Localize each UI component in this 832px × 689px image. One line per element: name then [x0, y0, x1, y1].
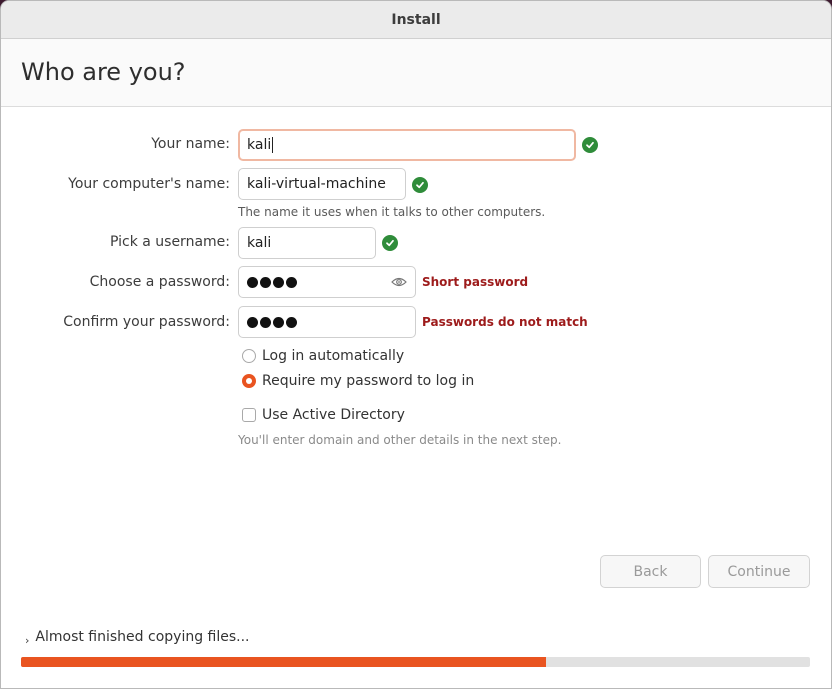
window-titlebar: Install: [1, 1, 831, 39]
check-circle-icon: [412, 177, 428, 193]
computer-name-input[interactable]: kali-virtual-machine: [238, 168, 406, 200]
require-password-label: Require my password to log in: [262, 373, 475, 389]
text-caret: [272, 137, 274, 153]
computer-name-label: Your computer's name:: [68, 176, 230, 192]
back-button[interactable]: Back: [600, 555, 701, 588]
confirm-password-error: Passwords do not match: [422, 315, 588, 329]
username-value: kali: [247, 235, 272, 251]
name-label: Your name:: [151, 136, 230, 152]
window-title: Install: [391, 11, 441, 28]
username-label: Pick a username:: [109, 234, 230, 250]
active-directory-checkbox[interactable]: [242, 408, 256, 422]
computer-name-value: kali-virtual-machine: [247, 176, 386, 192]
installer-window: Install Who are you? Your name: kali You…: [0, 0, 832, 689]
install-progress-fill: [21, 657, 546, 667]
install-status[interactable]: › Almost finished copying files...: [25, 629, 250, 647]
computer-name-hint: The name it uses when it talks to other …: [238, 205, 546, 219]
require-password-option[interactable]: Require my password to log in: [242, 373, 474, 389]
name-input[interactable]: kali: [238, 129, 576, 161]
install-status-text: Almost finished copying files...: [35, 629, 250, 645]
confirm-password-input[interactable]: [238, 306, 416, 338]
active-directory-label: Use Active Directory: [262, 407, 405, 423]
confirm-password-mask: [247, 316, 297, 328]
page-title: Who are you?: [21, 58, 186, 86]
login-automatically-option[interactable]: Log in automatically: [242, 348, 404, 364]
check-circle-icon: [382, 235, 398, 251]
eye-icon[interactable]: [391, 276, 407, 292]
password-mask: [247, 276, 297, 288]
password-input[interactable]: [238, 266, 416, 298]
active-directory-option[interactable]: Use Active Directory: [242, 407, 405, 423]
name-input-value: kali: [247, 137, 272, 153]
login-automatically-radio[interactable]: [242, 349, 256, 363]
check-circle-icon: [582, 137, 598, 153]
chevron-right-icon[interactable]: ›: [25, 634, 29, 647]
login-automatically-label: Log in automatically: [262, 348, 405, 364]
require-password-radio[interactable]: [242, 374, 256, 388]
page-header: Who are you?: [1, 39, 831, 107]
username-input[interactable]: kali: [238, 227, 376, 259]
install-progress-bar: [21, 657, 810, 667]
password-label: Choose a password:: [89, 274, 230, 290]
confirm-password-label: Confirm your password:: [63, 314, 230, 330]
active-directory-hint: You'll enter domain and other details in…: [238, 433, 562, 447]
continue-button[interactable]: Continue: [708, 555, 810, 588]
password-error: Short password: [422, 275, 529, 289]
